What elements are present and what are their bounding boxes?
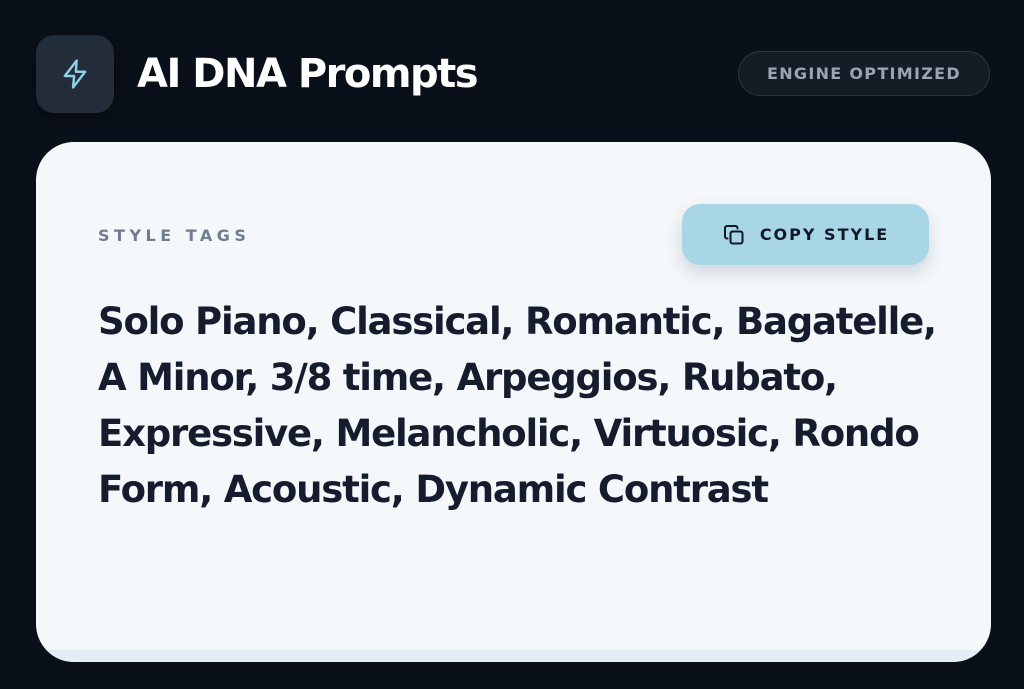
engine-optimized-badge: ENGINE OPTIMIZED — [738, 51, 990, 96]
app-title: AI DNA Prompts — [137, 51, 479, 97]
copy-style-button[interactable]: COPY STYLE — [682, 204, 929, 265]
copy-style-label: COPY STYLE — [759, 225, 890, 244]
copy-icon — [722, 223, 746, 247]
style-tags-text: Solo Piano, Classical, Romantic, Bagatel… — [98, 300, 937, 511]
card-footer-divider — [36, 650, 991, 662]
app-root: AI DNA Prompts ENGINE OPTIMIZED STYLE TA… — [0, 0, 1024, 689]
style-tags-card: STYLE TAGS COPY STYLE Solo Piano, Classi… — [36, 142, 991, 662]
lightning-bolt-icon — [58, 57, 92, 91]
section-label: STYLE TAGS — [98, 226, 251, 245]
app-logo — [36, 35, 114, 113]
